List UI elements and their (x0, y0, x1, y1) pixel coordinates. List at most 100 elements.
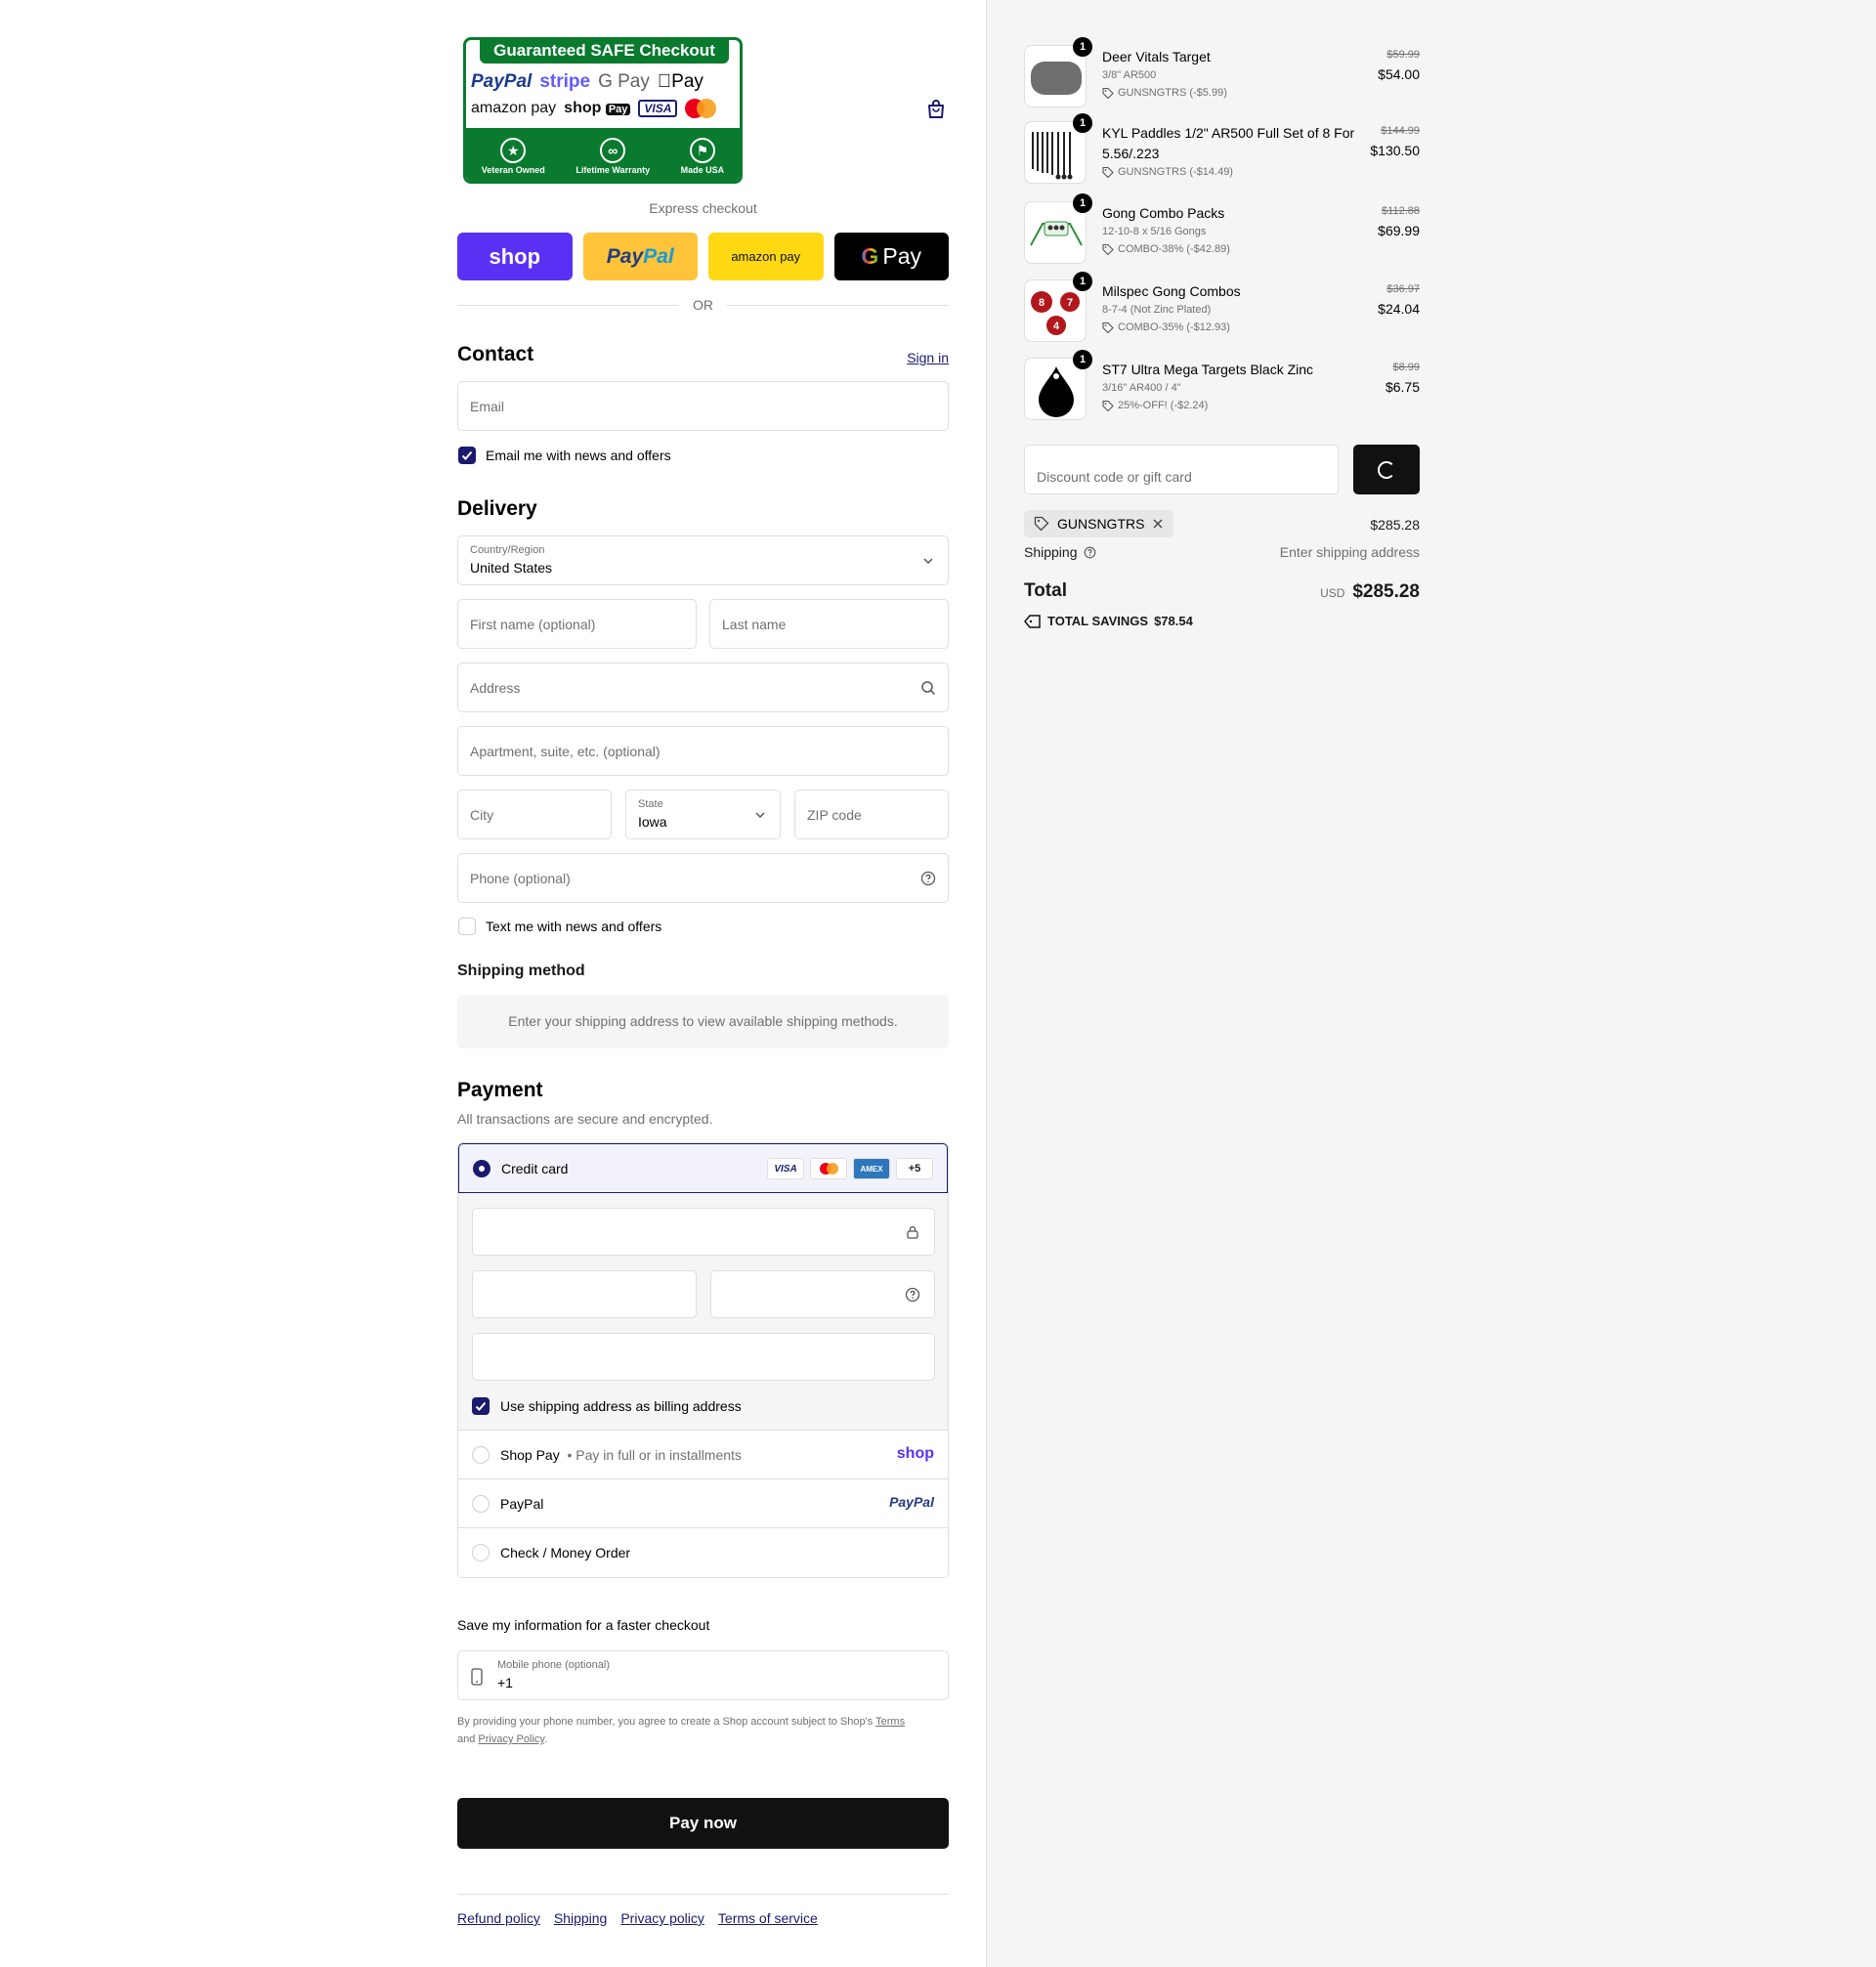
product-variant: 3/16" AR400 / 4" (1102, 382, 1181, 394)
svg-text:4: 4 (1053, 321, 1060, 332)
zip-field[interactable]: ZIP code (794, 790, 949, 839)
chevron-down-icon (923, 558, 933, 565)
shop-pay-option[interactable]: Shop Pay • Pay in full or in installment… (458, 1431, 948, 1479)
shop-pay-radio[interactable] (472, 1446, 490, 1464)
infinity-icon: ∞ (600, 137, 626, 163)
first-name-field[interactable]: First name (optional) (457, 599, 697, 649)
original-price: $112.88 (1382, 205, 1420, 217)
product-discount: COMBO-35% (-$12.93) (1102, 321, 1230, 333)
safe-checkout-banner: Guaranteed SAFE Checkout PayPal stripe G… (463, 37, 743, 184)
product-discount: GUNSNGTRS (-$14.49) (1102, 166, 1233, 178)
credit-card-radio[interactable] (473, 1160, 490, 1177)
svg-text:7: 7 (1067, 297, 1073, 309)
total-row: Total USD $285.28 (1024, 580, 1420, 602)
name-on-card-field[interactable] (472, 1333, 935, 1381)
total-savings: TOTAL SAVINGS $78.54 (1024, 614, 1193, 628)
refund-policy-link[interactable]: Refund policy (457, 1910, 540, 1926)
save-info-label: Save my information for a faster checkou… (457, 1617, 710, 1633)
paypal-logo: PayPal (889, 1494, 934, 1510)
flag-shield-icon: ⚑ (689, 137, 715, 163)
original-price: $8.99 (1392, 362, 1420, 373)
tag-icon (1102, 321, 1114, 333)
credit-card-option[interactable]: Credit card VISA AMEX +5 (458, 1143, 948, 1193)
paypal-option[interactable]: PayPal PayPal (458, 1479, 948, 1528)
quantity-badge: 1 (1073, 193, 1092, 213)
close-icon[interactable] (1152, 518, 1164, 530)
check-money-order-option[interactable]: Check / Money Order (458, 1528, 948, 1577)
item-price: $130.50 (1370, 143, 1420, 158)
mobile-phone-field[interactable]: Mobile phone (optional) +1 (457, 1650, 949, 1700)
email-news-checkbox[interactable] (458, 447, 476, 464)
amazon-pay-button[interactable]: amazon pay (708, 233, 824, 280)
item-price: $69.99 (1378, 223, 1420, 238)
security-code-field[interactable] (710, 1270, 935, 1318)
product-name: Gong Combo Packs (1102, 205, 1225, 221)
terms-of-service-link[interactable]: Terms of service (718, 1910, 818, 1926)
express-checkout-label: Express checkout (649, 200, 757, 216)
shop-pay-button[interactable]: shop (457, 233, 573, 280)
mastercard-icon (810, 1158, 847, 1179)
credit-card-form: Use shipping address as billing address (458, 1193, 948, 1431)
cart-button[interactable] (924, 98, 948, 121)
apple-pay-logo: Pay (657, 71, 704, 92)
original-price: $59.99 (1386, 49, 1420, 61)
shipping-policy-link[interactable]: Shipping (554, 1910, 608, 1926)
tag-icon (1102, 243, 1114, 255)
paypal-radio[interactable] (472, 1495, 490, 1513)
google-pay-button[interactable]: G Pay (833, 233, 949, 280)
help-icon[interactable] (905, 1287, 920, 1303)
check-money-order-radio[interactable] (472, 1544, 490, 1561)
banner-title: Guaranteed SAFE Checkout (480, 40, 729, 64)
footer-divider (457, 1894, 949, 1895)
help-icon[interactable] (920, 871, 936, 886)
card-number-field[interactable] (472, 1208, 935, 1256)
paypal-button[interactable]: Pay Pal (582, 233, 698, 280)
svg-text:8: 8 (1039, 297, 1045, 309)
shop-pay-label: Shop Pay • Pay in full or in installment… (500, 1447, 742, 1463)
card-logos: VISA AMEX +5 (767, 1158, 933, 1179)
help-icon[interactable] (1084, 546, 1096, 559)
shipping-row: Shipping Enter shipping address (1024, 544, 1420, 560)
product-variant: 8-7-4 (Not Zinc Plated) (1102, 304, 1212, 316)
product-discount: COMBO-38% (-$42.89) (1102, 243, 1230, 255)
shop-legal-text: By providing your phone number, you agre… (457, 1716, 906, 1745)
shop-terms-link[interactable]: Terms (875, 1716, 905, 1728)
privacy-policy-link[interactable]: Privacy policy (620, 1910, 704, 1926)
amazon-pay-logo: amazon pay (471, 100, 557, 116)
address-field[interactable]: Address (457, 663, 949, 712)
mastercard-logo (685, 99, 718, 118)
shop-privacy-link[interactable]: Privacy Policy (478, 1733, 544, 1745)
product-discount: 25%-OFF! (-$2.24) (1102, 400, 1208, 411)
line-item: 1 Deer Vitals Target 3/8" AR500 GUNSNGTR… (1024, 37, 1420, 109)
apartment-field[interactable]: Apartment, suite, etc. (optional) (457, 726, 949, 776)
quantity-badge: 1 (1073, 37, 1092, 57)
credit-card-label: Credit card (501, 1161, 569, 1176)
quantity-badge: 1 (1073, 272, 1092, 291)
express-checkout-buttons: shop Pay Pal amazon pay G Pay (457, 233, 949, 280)
text-news-checkbox[interactable] (458, 918, 476, 935)
check-money-order-label: Check / Money Order (500, 1545, 631, 1561)
tag-icon (1102, 87, 1114, 99)
product-name: KYL Paddles 1/2" AR500 Full Set of 8 For… (1102, 125, 1355, 161)
city-field[interactable]: City (457, 790, 612, 839)
sign-in-link[interactable]: Sign in (907, 350, 949, 365)
check-icon (461, 450, 473, 460)
payment-subtext: All transactions are secure and encrypte… (457, 1111, 713, 1127)
contact-heading: Contact (457, 343, 534, 365)
product-name: Milspec Gong Combos (1102, 283, 1241, 299)
country-select[interactable]: Country/Region United States (457, 535, 949, 585)
subtotal-value: $285.28 (1370, 517, 1420, 533)
loading-spinner-icon (1378, 460, 1395, 479)
discount-code-input[interactable]: Discount code or gift card (1024, 445, 1339, 494)
last-name-field[interactable]: Last name (709, 599, 949, 649)
paypal-label: PayPal (500, 1496, 544, 1512)
phone-field[interactable]: Phone (optional) (457, 853, 949, 903)
state-select[interactable]: State Iowa (625, 790, 781, 839)
pay-now-button[interactable]: Pay now (457, 1798, 949, 1849)
expiration-date-field[interactable] (472, 1270, 697, 1318)
item-price: $54.00 (1378, 66, 1420, 82)
apply-discount-button[interactable] (1353, 445, 1420, 494)
email-field[interactable]: Email (457, 381, 949, 431)
billing-address-checkbox[interactable] (472, 1397, 490, 1415)
original-price: $36.97 (1386, 283, 1420, 295)
